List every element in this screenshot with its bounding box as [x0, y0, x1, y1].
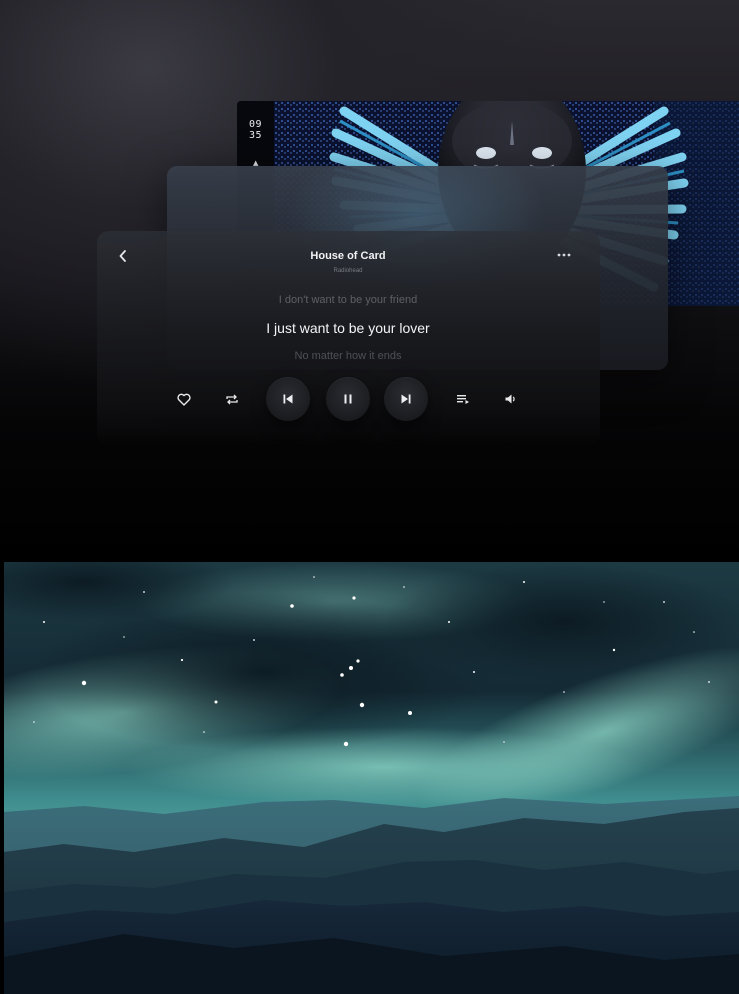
repeat-icon	[226, 394, 238, 404]
music-player-scene: 09 35 ▲ House of Card Radiohead I don't …	[0, 0, 739, 562]
lyric-previous-line: I don't want to be your friend	[278, 294, 418, 306]
skip-previous-icon	[283, 394, 293, 404]
song-title: House of Card	[310, 250, 386, 262]
more-horizontal-icon	[557, 253, 571, 257]
queue-icon	[457, 395, 469, 404]
skip-next-icon	[401, 394, 411, 404]
repeat-button[interactable]	[221, 388, 243, 410]
clock: 09 35	[249, 119, 262, 141]
like-button[interactable]	[173, 388, 195, 410]
aurora-landscape-image	[4, 562, 739, 994]
lyric-current-line: I just want to be your lover	[266, 320, 430, 336]
chevron-left-icon	[119, 250, 126, 262]
pause-icon	[344, 394, 352, 404]
lyric-next-line: No matter how it ends	[294, 350, 402, 362]
back-button[interactable]	[116, 247, 130, 265]
more-options-button[interactable]	[554, 248, 574, 262]
song-artist: Radiohead	[333, 268, 363, 274]
volume-icon	[505, 394, 515, 404]
next-track-button[interactable]	[384, 377, 428, 421]
heart-icon	[177, 393, 191, 406]
pause-button[interactable]	[326, 377, 370, 421]
volume-button[interactable]	[500, 388, 522, 410]
clock-hours: 09	[249, 119, 263, 130]
previous-track-button[interactable]	[266, 377, 310, 421]
clock-minutes: 35	[249, 130, 263, 141]
queue-button[interactable]	[452, 388, 474, 410]
